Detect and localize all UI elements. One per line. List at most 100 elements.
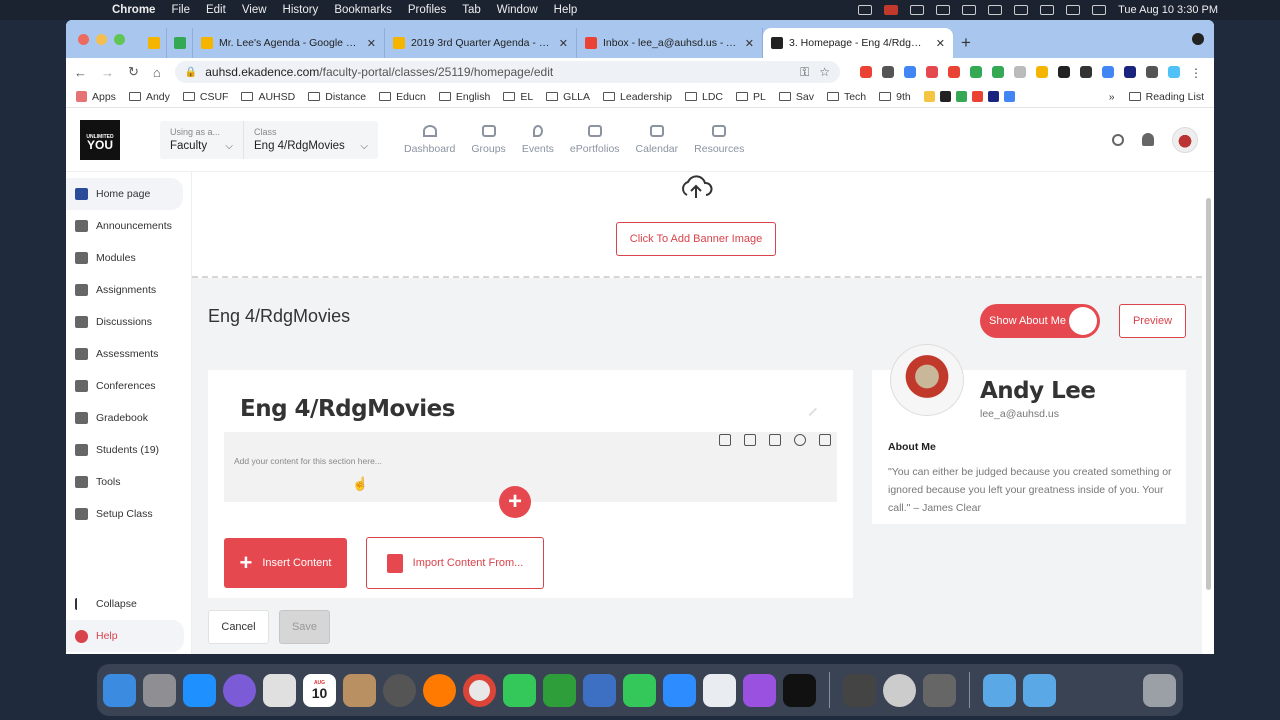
nav-eportfolios[interactable]: ePortfolios: [562, 124, 628, 155]
tab-quarter-agenda[interactable]: 2019 3rd Quarter Agenda - Go ✕: [385, 28, 577, 58]
sidebar-item-assignments[interactable]: Assignments: [66, 274, 191, 306]
reload-icon[interactable]: ↻: [128, 64, 139, 80]
bookmark-icon[interactable]: [987, 91, 999, 102]
save-button[interactable]: Save: [279, 610, 330, 644]
more-menu-icon[interactable]: ⋮: [1190, 66, 1202, 80]
home-icon[interactable]: ⌂: [153, 65, 161, 80]
sidebar-item-tools[interactable]: Tools: [66, 466, 191, 498]
emoji-bookmark-icon[interactable]: [923, 91, 935, 102]
bookmark-tech[interactable]: Tech: [826, 91, 866, 103]
cancel-button[interactable]: Cancel: [208, 610, 269, 644]
bookmark-sav[interactable]: Sav: [778, 91, 814, 103]
siri-icon[interactable]: [1092, 5, 1107, 15]
class-dropdown[interactable]: Class Eng 4/RdgMovies ⌵: [244, 121, 378, 159]
wifi-icon[interactable]: [1014, 5, 1029, 15]
gmail-bookmark-icon[interactable]: [971, 91, 983, 102]
system-preferences-icon[interactable]: [143, 673, 176, 707]
menu-window[interactable]: Window: [489, 4, 546, 16]
tab-pinned-2[interactable]: [167, 28, 193, 58]
sidebar-item-gradebook[interactable]: Gradebook: [66, 402, 191, 434]
nav-resources[interactable]: Resources: [686, 124, 752, 155]
bookmark-pl[interactable]: PL: [736, 91, 766, 103]
section-content-area[interactable]: Add your content for this section here..…: [224, 432, 837, 502]
help-button[interactable]: Help: [66, 620, 184, 652]
disk-utility-icon[interactable]: [703, 673, 736, 707]
preview-button[interactable]: Preview: [1119, 304, 1186, 338]
app-store-icon[interactable]: [183, 673, 216, 707]
bookmark-auhsd[interactable]: AUHSD: [241, 91, 295, 103]
extension-icon[interactable]: [1080, 66, 1092, 78]
bookmark-andy[interactable]: Andy: [128, 91, 170, 103]
address-bar[interactable]: 🔒 auhsd.ekadence.com /faculty-portal/cla…: [174, 61, 840, 83]
spotlight-icon[interactable]: [1040, 5, 1055, 15]
bookmark-star-icon[interactable]: ☆: [819, 65, 830, 80]
insert-content-button[interactable]: + Insert Content: [224, 538, 347, 588]
more-bookmarks-icon[interactable]: »: [1109, 91, 1115, 103]
key-icon[interactable]: ⚿: [800, 65, 809, 80]
bookmark-distance[interactable]: Distance: [308, 91, 366, 103]
extension-new-icon[interactable]: [904, 66, 916, 78]
minimized-window-icon[interactable]: [1103, 674, 1136, 707]
sidebar-item-home-page[interactable]: Home page: [66, 178, 183, 210]
back-icon[interactable]: ←: [74, 65, 87, 80]
menu-help[interactable]: Help: [546, 4, 586, 16]
menu-view[interactable]: View: [234, 4, 275, 16]
bookmark-el[interactable]: EL: [503, 91, 533, 103]
puzzle-icon[interactable]: [1146, 66, 1158, 78]
user-avatar[interactable]: [1172, 126, 1198, 153]
zoom-icon[interactable]: [663, 673, 696, 707]
role-dropdown[interactable]: Using as a... Faculty ⌵: [160, 120, 244, 159]
extension-icon[interactable]: [1036, 66, 1048, 78]
comment-icon[interactable]: [769, 434, 781, 446]
bookmark-icon[interactable]: [939, 91, 951, 102]
share-icon[interactable]: [744, 434, 756, 446]
bookmark-educn[interactable]: Educn: [379, 91, 426, 103]
gear-icon[interactable]: [794, 434, 806, 446]
screen-record-icon[interactable]: [858, 5, 873, 15]
menu-profiles[interactable]: Profiles: [400, 4, 454, 16]
chrome-icon[interactable]: [463, 673, 496, 707]
menu-edit[interactable]: Edit: [198, 4, 234, 16]
bookmark-ldc[interactable]: LDC: [685, 91, 723, 103]
close-tab-icon[interactable]: ✕: [367, 37, 376, 50]
tab-homepage-active[interactable]: 3. Homepage - Eng 4/RdgMovie ✕: [763, 28, 953, 58]
apple-tv-icon[interactable]: [783, 673, 816, 707]
nav-groups[interactable]: Groups: [463, 124, 513, 155]
recording-icon[interactable]: [884, 5, 899, 15]
quicktime-icon[interactable]: [883, 673, 916, 707]
sidebar-item-setup-class[interactable]: Setup Class: [66, 498, 191, 530]
extension-icon[interactable]: [1124, 66, 1136, 78]
add-section-button[interactable]: +: [499, 486, 531, 518]
launchpad-icon[interactable]: [263, 673, 296, 707]
firefox-icon[interactable]: [423, 673, 456, 707]
menu-bookmarks[interactable]: Bookmarks: [326, 4, 400, 16]
calendar-bookmark-icon[interactable]: [1003, 91, 1015, 102]
extension-icon[interactable]: [1102, 66, 1114, 78]
podcasts-icon[interactable]: [743, 673, 776, 707]
sidebar-item-conferences[interactable]: Conferences: [66, 370, 191, 402]
bookmark-leadership[interactable]: Leadership: [603, 91, 672, 103]
minimize-window-icon[interactable]: [96, 33, 107, 45]
contacts-icon[interactable]: [343, 673, 376, 707]
menu-file[interactable]: File: [163, 4, 198, 16]
close-tab-icon[interactable]: ✕: [745, 37, 754, 50]
section-title[interactable]: Eng 4/RdgMovies: [240, 396, 455, 422]
zoom-window-icon[interactable]: [114, 33, 125, 45]
profile-icon[interactable]: [1168, 66, 1180, 78]
extension-icon[interactable]: [926, 66, 938, 78]
volume-icon[interactable]: [936, 5, 951, 15]
bookmark-apps[interactable]: Apps: [76, 91, 116, 103]
copy-icon[interactable]: [719, 434, 731, 446]
unlimited-you-logo[interactable]: UNLIMITED YOU: [80, 119, 120, 160]
add-banner-image-button[interactable]: Click To Add Banner Image: [616, 222, 776, 256]
close-tab-icon[interactable]: ✕: [559, 37, 568, 50]
page-scrollbar[interactable]: [1202, 172, 1214, 654]
sidebar-item-discussions[interactable]: Discussions: [66, 306, 191, 338]
siri-icon[interactable]: [223, 673, 256, 707]
extension-icon[interactable]: [992, 66, 1004, 78]
bookmark-english[interactable]: English: [438, 91, 490, 103]
nav-dashboard[interactable]: Dashboard: [396, 124, 463, 155]
bell-icon[interactable]: [1142, 133, 1154, 146]
movie-reel-icon[interactable]: [383, 673, 416, 707]
control-center-icon[interactable]: [1066, 5, 1081, 15]
